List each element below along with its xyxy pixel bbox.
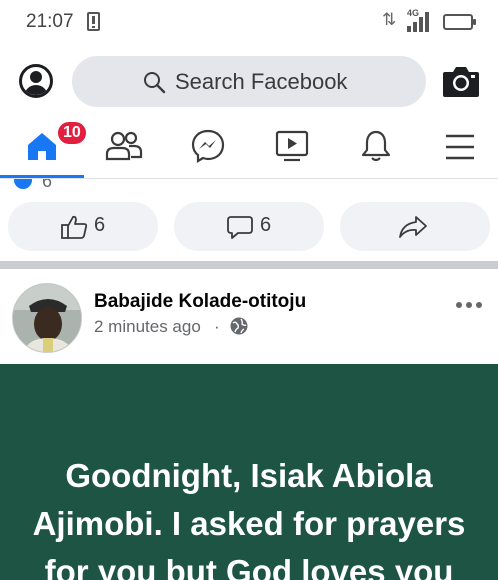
status-time: 21:07	[26, 11, 74, 32]
camera-icon[interactable]	[442, 64, 480, 98]
home-notification-badge: 10	[56, 120, 88, 146]
previous-post-actions: 6 6 6	[0, 179, 498, 261]
comment-button[interactable]: 6	[174, 202, 324, 251]
post-text: Goodnight, Isiak Abiola Ajimobi. I asked…	[32, 457, 466, 580]
search-icon	[144, 72, 166, 94]
meta-separator: ·	[214, 317, 220, 336]
network-type-label: 4G	[407, 8, 420, 18]
avatar-photo	[13, 284, 81, 352]
battery-icon	[443, 14, 476, 30]
post-timestamp[interactable]: 2 minutes ago	[94, 317, 201, 337]
tab-watch[interactable]	[262, 120, 322, 174]
messenger-icon	[191, 129, 225, 163]
notification-alert-icon	[87, 12, 100, 31]
globe-icon	[230, 317, 248, 335]
menu-icon	[446, 134, 474, 160]
home-icon	[28, 133, 56, 160]
post-text-background: Goodnight, Isiak Abiola Ajimobi. I asked…	[0, 364, 498, 580]
tab-friends[interactable]	[93, 120, 153, 174]
author-avatar[interactable]	[12, 283, 82, 353]
bell-icon	[361, 130, 391, 162]
tab-notifications[interactable]	[346, 120, 406, 174]
tab-messenger[interactable]	[178, 120, 238, 174]
status-bar: 21:07 ⇅ 4G	[0, 0, 498, 44]
share-icon	[399, 216, 427, 238]
like-button[interactable]: 6	[8, 202, 158, 251]
tab-bar: 10	[0, 120, 498, 178]
tab-home[interactable]: 10	[12, 120, 88, 174]
feed-separator	[0, 261, 498, 269]
search-placeholder: Search Facebook	[175, 69, 348, 94]
signal-strength-icon: 4G	[405, 8, 435, 32]
profile-icon[interactable]	[19, 64, 53, 98]
comment-count: 6	[260, 214, 272, 236]
watch-icon	[275, 130, 309, 162]
comment-icon	[227, 216, 253, 239]
reaction-count: 6	[42, 179, 53, 191]
search-input[interactable]: Search Facebook	[72, 56, 426, 107]
thumbs-up-icon	[61, 215, 88, 239]
like-count: 6	[94, 214, 106, 236]
friends-icon	[105, 131, 143, 161]
more-options-icon[interactable]	[455, 299, 485, 311]
post-header: Babajide Kolade-otitoju 2 minutes ago ·	[0, 269, 498, 364]
post-author-name[interactable]: Babajide Kolade-otitoju	[94, 291, 306, 313]
share-button[interactable]	[340, 202, 490, 251]
data-transfer-icon: ⇅	[382, 10, 396, 29]
app-header: Search Facebook	[0, 44, 498, 120]
tab-menu[interactable]	[430, 120, 490, 174]
like-reaction-icon	[12, 179, 34, 191]
